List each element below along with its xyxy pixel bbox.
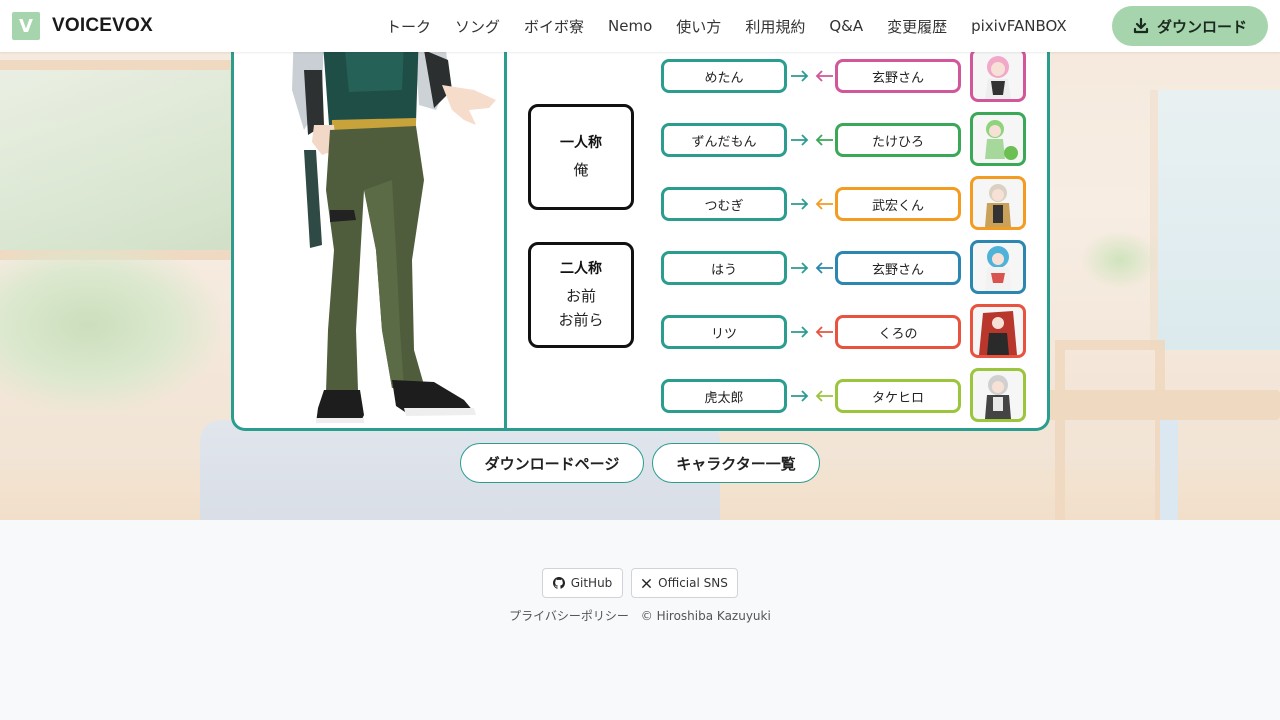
relation-arrows-icon bbox=[791, 390, 833, 402]
relation-from: めたん bbox=[661, 59, 787, 93]
character-list-button[interactable]: キャラクター一覧 bbox=[652, 443, 820, 483]
first-person-title: 一人称 bbox=[560, 135, 602, 151]
nav-terms[interactable]: 利用規約 bbox=[745, 16, 805, 37]
relation-to: 玄野さん bbox=[835, 251, 961, 285]
second-person-box: 二人称 お前 お前ら bbox=[528, 242, 634, 348]
site-header: V VOICEVOX トーク ソング ボイボ寮 Nemo 使い方 利用規約 Q&… bbox=[0, 0, 1280, 52]
relation-to: タケヒロ bbox=[835, 379, 961, 413]
github-button[interactable]: GitHub bbox=[542, 568, 623, 598]
nav-dormitory[interactable]: ボイボ寮 bbox=[524, 16, 584, 37]
relation-from: ずんだもん bbox=[661, 123, 787, 157]
download-button[interactable]: ダウンロード bbox=[1112, 6, 1268, 46]
download-button-label[interactable]: ダウンロード bbox=[1157, 16, 1247, 37]
relation-arrows-icon bbox=[791, 326, 833, 338]
brand[interactable]: V VOICEVOX bbox=[12, 12, 153, 40]
relation-arrows-icon bbox=[791, 198, 833, 210]
relation-to: たけひろ bbox=[835, 123, 961, 157]
nav-fanbox[interactable]: pixivFANBOX bbox=[971, 17, 1067, 35]
second-person-value: お前 bbox=[565, 287, 596, 305]
nav-nemo[interactable]: Nemo bbox=[608, 17, 652, 35]
character-thumb-blonde[interactable] bbox=[970, 176, 1026, 230]
relation-row-tsumugi: つむぎ 武宏くん bbox=[661, 174, 1027, 230]
panel-divider bbox=[504, 30, 507, 428]
background-window bbox=[1150, 90, 1280, 350]
character-relations-panel: 一人称 俺 二人称 お前 お前ら めたん 玄野さん ずんだもん たけひろ つむぎ bbox=[231, 30, 1050, 431]
second-person-value-plural: お前ら bbox=[558, 311, 604, 329]
official-sns-button[interactable]: Official SNS bbox=[631, 568, 738, 598]
relation-from: 虎太郎 bbox=[661, 379, 787, 413]
background-chair bbox=[1055, 340, 1165, 520]
relation-row-metan: めたん 玄野さん bbox=[661, 46, 1027, 102]
relation-arrows-icon bbox=[791, 262, 833, 274]
background-picture-frame bbox=[0, 60, 240, 260]
nav-qa[interactable]: Q&A bbox=[829, 17, 863, 35]
relation-to: くろの bbox=[835, 315, 961, 349]
github-label[interactable]: GitHub bbox=[571, 576, 613, 590]
download-icon bbox=[1133, 18, 1149, 34]
github-icon bbox=[552, 577, 565, 589]
relation-row-zundamon: ずんだもん たけひろ bbox=[661, 110, 1027, 166]
relation-arrows-icon bbox=[791, 70, 833, 82]
nav-how-to-use[interactable]: 使い方 bbox=[676, 16, 721, 37]
second-person-title: 二人称 bbox=[560, 261, 602, 277]
nav-song[interactable]: ソング bbox=[455, 16, 500, 37]
character-thumb-grey-hair[interactable] bbox=[970, 368, 1026, 422]
official-sns-label[interactable]: Official SNS bbox=[658, 576, 728, 590]
privacy-policy-link[interactable]: プライバシーポリシー bbox=[509, 609, 629, 623]
x-icon bbox=[642, 578, 652, 588]
brand-name[interactable]: VOICEVOX bbox=[52, 15, 153, 37]
relation-row-kotaro: 虎太郎 タケヒロ bbox=[661, 366, 1027, 422]
relation-to: 玄野さん bbox=[835, 59, 961, 93]
relation-row-ritsu: リツ くろの bbox=[661, 302, 1027, 358]
character-thumb-pink-hair[interactable] bbox=[970, 48, 1026, 102]
relation-arrows-icon bbox=[791, 134, 833, 146]
footer-links: プライバシーポリシー © Hiroshiba Kazuyuki bbox=[0, 607, 1280, 624]
first-person-value: 俺 bbox=[573, 161, 589, 179]
character-thumb-green[interactable] bbox=[970, 112, 1026, 166]
nav-talk[interactable]: トーク bbox=[386, 16, 431, 37]
background-table-leg bbox=[1160, 420, 1178, 520]
relation-to: 武宏くん bbox=[835, 187, 961, 221]
background-plant-small bbox=[1080, 230, 1160, 290]
first-person-box: 一人称 俺 bbox=[528, 104, 634, 210]
download-page-button[interactable]: ダウンロードページ bbox=[460, 443, 644, 483]
main-nav: トーク ソング ボイボ寮 Nemo 使い方 利用規約 Q&A 変更履歴 pixi… bbox=[386, 0, 1091, 52]
relation-row-hau: はう 玄野さん bbox=[661, 238, 1027, 294]
nav-changelog[interactable]: 変更履歴 bbox=[887, 16, 947, 37]
relation-from: はう bbox=[661, 251, 787, 285]
relation-from: リツ bbox=[661, 315, 787, 349]
relation-from: つむぎ bbox=[661, 187, 787, 221]
background-plant bbox=[0, 240, 220, 410]
character-thumb-red-hair[interactable] bbox=[970, 304, 1026, 358]
logo-icon[interactable]: V bbox=[12, 12, 40, 40]
character-thumb-blue-hair[interactable] bbox=[970, 240, 1026, 294]
copyright-text: © Hiroshiba Kazuyuki bbox=[640, 609, 771, 623]
character-illustration bbox=[292, 30, 496, 423]
